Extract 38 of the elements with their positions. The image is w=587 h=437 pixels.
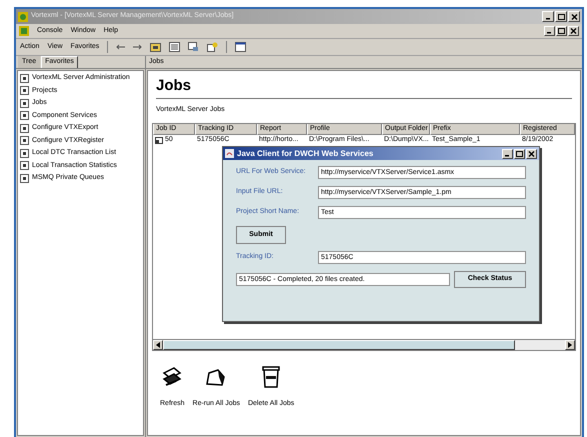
- window-icon[interactable]: [235, 42, 246, 52]
- minimize-button[interactable]: [542, 11, 554, 22]
- maximize-button[interactable]: [514, 148, 525, 158]
- list-icon[interactable]: [169, 42, 180, 52]
- maximize-button[interactable]: [555, 11, 567, 22]
- page-heading: Jobs: [155, 77, 192, 95]
- close-icon: [528, 150, 535, 156]
- close-button[interactable]: [526, 148, 537, 158]
- scroll-thumb[interactable]: [163, 340, 515, 350]
- job-icon: [155, 136, 163, 144]
- minimize-button[interactable]: [544, 26, 555, 36]
- close-button[interactable]: [568, 11, 580, 22]
- node-icon: [20, 98, 29, 108]
- app-icon: [18, 12, 28, 22]
- dialog-title: Java Client for DWCH Web Services: [237, 148, 374, 160]
- left-arrow-icon: [156, 342, 160, 348]
- node-icon: [20, 124, 29, 133]
- node-icon: [20, 74, 29, 83]
- node-icon: [20, 111, 29, 120]
- back-arrow-icon[interactable]: [116, 44, 126, 50]
- node-icon: [20, 174, 29, 183]
- close-icon: [570, 28, 577, 34]
- forward-arrow-icon[interactable]: [133, 44, 142, 50]
- maximize-button[interactable]: [556, 26, 567, 36]
- right-arrow-icon: [568, 342, 572, 348]
- node-icon: [20, 136, 29, 146]
- node-icon: [20, 148, 29, 158]
- trash-icon: [261, 364, 282, 388]
- maximize-icon: [558, 14, 564, 20]
- maximize-icon: [516, 150, 523, 156]
- horizontal-scrollbar[interactable]: [153, 338, 575, 350]
- minimize-button[interactable]: [502, 148, 513, 158]
- close-icon: [570, 14, 578, 20]
- node-icon: [20, 86, 29, 96]
- maximize-icon: [558, 28, 565, 34]
- node-icon: [20, 161, 29, 170]
- console-icon: [19, 26, 29, 36]
- close-button[interactable]: [568, 26, 579, 36]
